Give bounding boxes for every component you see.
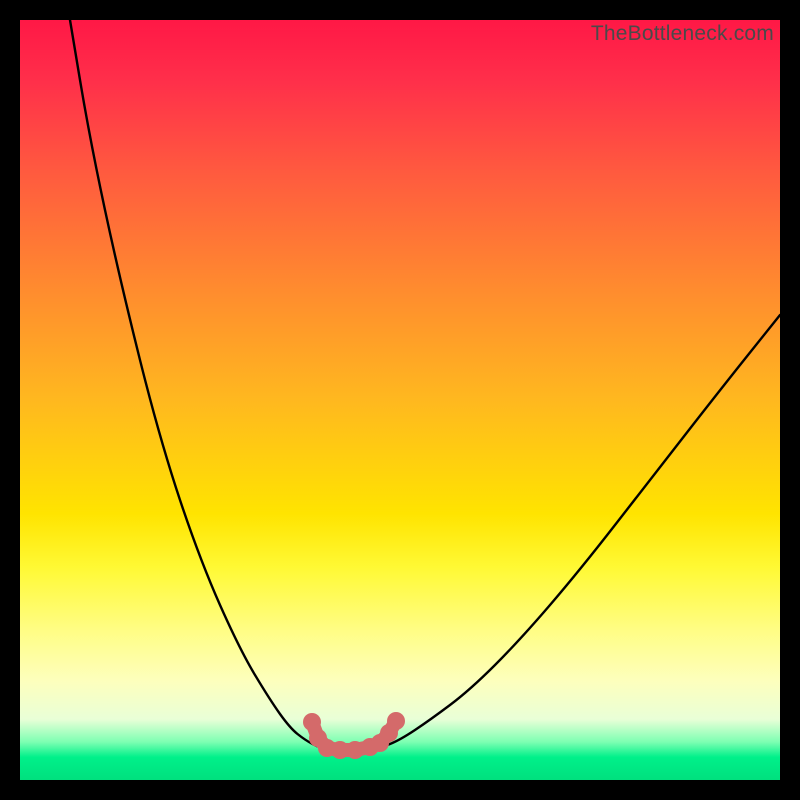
curve-left: [70, 20, 340, 750]
chart-overlay: [20, 20, 780, 780]
marker-dot: [303, 713, 321, 731]
marker-dot: [346, 741, 364, 759]
marker-dot: [387, 712, 405, 730]
marker-dots: [303, 712, 405, 759]
chart-plot-area: TheBottleneck.com: [20, 20, 780, 780]
curve-right: [340, 315, 780, 750]
